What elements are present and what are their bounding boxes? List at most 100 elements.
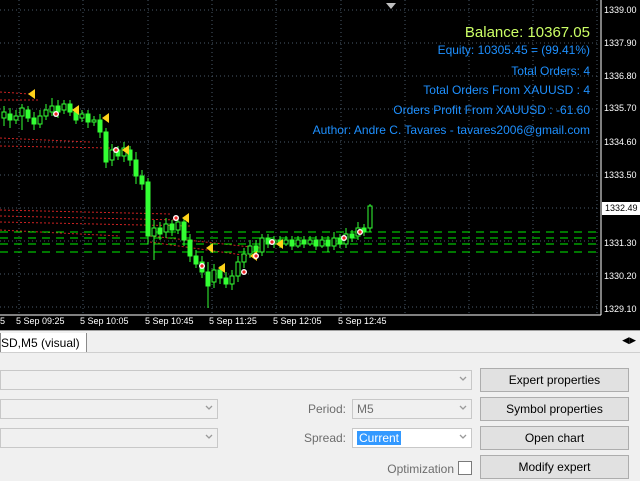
- period-value: M5: [357, 402, 374, 416]
- candle-body: [325, 239, 331, 247]
- symbol-properties-button[interactable]: Symbol properties: [480, 397, 629, 421]
- spread-select[interactable]: Current: [352, 428, 472, 448]
- chart-tab-active[interactable]: SD,M5 (visual): [0, 333, 87, 354]
- chevron-down-icon: [459, 434, 467, 439]
- price-label: 1334.60: [604, 137, 637, 147]
- price-label: 1335.70: [604, 103, 637, 113]
- time-label: 5 Sep 12:45: [338, 316, 387, 326]
- order-line: [0, 137, 91, 143]
- spread-value: Current: [357, 431, 402, 445]
- expert-properties-button[interactable]: Expert properties: [480, 368, 629, 392]
- time-label: 5 Sep 12:05: [273, 316, 322, 326]
- candle-body: [259, 237, 265, 253]
- time-label: 5 Sep 09:25: [16, 316, 65, 326]
- modify-expert-button[interactable]: Modify expert: [480, 455, 629, 479]
- chart-tab-bar: SD,M5 (visual) ◀▶: [0, 330, 640, 354]
- candle-body: [85, 113, 91, 123]
- candle-body: [247, 245, 253, 255]
- candle-body: [109, 149, 115, 161]
- candle-body: [37, 115, 43, 125]
- order-arrow-marker: [28, 89, 35, 99]
- candle-body: [205, 271, 211, 287]
- price-label: 1339.00: [604, 5, 637, 15]
- candle-body: [97, 119, 103, 133]
- trade-marker-core: [200, 264, 204, 268]
- candle-body: [61, 103, 67, 111]
- period-select[interactable]: M5: [352, 399, 472, 419]
- candle-body: [145, 181, 151, 237]
- candle-body: [151, 227, 157, 237]
- strategy-tester-panel: Period: M5 Spread: Current Optimization …: [0, 352, 640, 481]
- expert-select[interactable]: [0, 370, 472, 390]
- order-line: [0, 221, 191, 227]
- scroll-shift-triangle-icon[interactable]: [386, 3, 396, 9]
- tab-scroll-arrows-icon[interactable]: ◀▶: [622, 335, 636, 346]
- symbol-select[interactable]: [0, 399, 218, 419]
- time-label: 5: [0, 316, 6, 326]
- candle-body: [223, 277, 229, 285]
- order-arrow-marker: [206, 243, 213, 253]
- chevron-down-icon: [459, 405, 467, 410]
- model-select[interactable]: [0, 428, 218, 448]
- candle-body: [217, 269, 223, 279]
- order-line: [0, 209, 171, 215]
- total-orders-symbol-text: Total Orders From XAUUSD : 4: [423, 83, 590, 97]
- trade-marker-core: [270, 240, 274, 244]
- author-text: Author: Andre C. Tavares - tavares2006@g…: [312, 123, 590, 137]
- candle-body: [313, 239, 319, 247]
- order-line: [0, 145, 111, 149]
- candle-body: [241, 253, 247, 263]
- chevron-down-icon: [205, 434, 213, 439]
- trade-marker-core: [54, 112, 58, 116]
- candle-body: [7, 113, 13, 121]
- time-label: 5 Sep 11:25: [209, 316, 257, 326]
- candle-body: [31, 117, 37, 125]
- equity-text: Equity: 10305.45 = (99.41%): [437, 43, 590, 57]
- candle-body: [193, 255, 199, 265]
- candle-body: [25, 109, 31, 119]
- period-label: Period:: [307, 402, 346, 416]
- price-label: 1329.10: [604, 304, 637, 314]
- candle-body: [235, 261, 241, 277]
- optimization-checkbox[interactable]: [458, 461, 472, 475]
- candle-body: [211, 269, 217, 283]
- price-label: 1336.80: [604, 71, 637, 81]
- trade-marker-core: [358, 230, 362, 234]
- chart-area[interactable]: Balance: 10367.05 Equity: 10305.45 = (99…: [0, 0, 640, 330]
- balance-text: Balance: 10367.05: [464, 24, 590, 41]
- chevron-down-icon: [459, 376, 467, 381]
- order-line: [0, 91, 31, 95]
- order-arrow-marker: [102, 113, 109, 123]
- candle-body: [187, 239, 193, 257]
- candle-body: [295, 239, 301, 247]
- trade-marker-core: [342, 236, 346, 240]
- candle-body: [139, 175, 145, 185]
- candle-body: [67, 103, 73, 113]
- open-chart-button[interactable]: Open chart: [480, 426, 629, 450]
- candle-body: [307, 239, 313, 245]
- price-label: 1331.30: [604, 238, 637, 248]
- candle-body: [157, 227, 163, 235]
- price-label: 1330.20: [604, 271, 637, 281]
- orders-profit-text: Orders Profit From XAUUSD : -61.60: [393, 103, 590, 117]
- candle-body: [13, 115, 19, 121]
- current-price-label: 1332.49: [602, 202, 640, 215]
- candle-body: [319, 239, 325, 247]
- candle-body: [175, 221, 181, 231]
- trade-marker-core: [174, 216, 178, 220]
- price-label: 1337.90: [604, 38, 637, 48]
- order-line: [0, 215, 181, 221]
- candle-body: [283, 239, 289, 245]
- spread-label: Spread:: [303, 431, 346, 445]
- candle-body: [163, 223, 169, 233]
- candle-body: [253, 245, 259, 253]
- candle-body: [169, 223, 175, 231]
- candle-body: [289, 239, 295, 247]
- trade-marker-core: [114, 148, 118, 152]
- candle-body: [331, 237, 337, 247]
- time-label: 5 Sep 10:45: [145, 316, 194, 326]
- trade-marker-core: [254, 254, 258, 258]
- candle-body: [133, 159, 139, 177]
- candle-body: [91, 119, 97, 123]
- candle-body: [49, 105, 55, 113]
